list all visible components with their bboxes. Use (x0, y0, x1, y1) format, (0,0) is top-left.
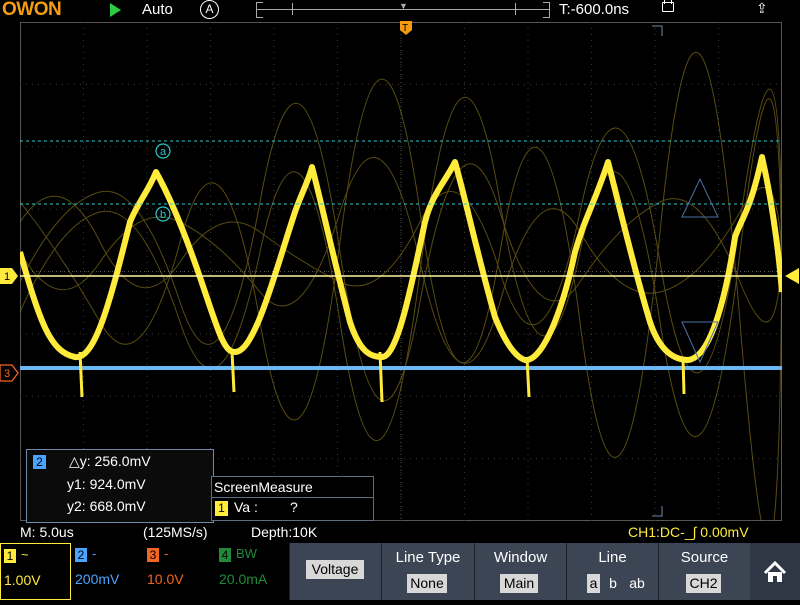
line-ab-option[interactable]: ab (625, 574, 649, 593)
cursor-readout-panel: 2 △y: 256.0mV y1: 924.0mV y2: 668.0mV (26, 449, 214, 523)
svg-text:3: 3 (4, 368, 10, 380)
ch1-offset-marker[interactable]: 1 (0, 267, 20, 285)
brand-logo: OWON (2, 0, 62, 20)
source-value: CH2 (686, 574, 721, 593)
ch3-scale: 10.0V (147, 571, 184, 587)
home-button[interactable] (750, 543, 800, 600)
trigger-info-readout: CH1:DC-_∫ 0.00mV (628, 524, 749, 540)
top-status-bar: OWON Auto A ▼ T:-600.0ns ⇪ (0, 0, 800, 20)
readout-channel-badge: 2 (33, 455, 46, 469)
bottom-menu-bar: 1 ~ 1.00V 2 - 200mV 3 - 10.0V 4 BW 20.0m… (0, 543, 800, 600)
trigger-level-marker[interactable] (783, 267, 800, 285)
delta-y-value: △y: 256.0mV (69, 453, 151, 469)
line-menu-button[interactable]: Line a b ab (566, 543, 658, 600)
svg-text:b: b (160, 209, 166, 221)
window-menu-button[interactable]: Window Main (474, 543, 566, 600)
trigger-position-marker-icon: ▼ (399, 1, 408, 11)
timebase-readout[interactable]: M: 5.0us (20, 524, 74, 540)
screen-measure-panel: ScreenMeasure 1 Va : ? (211, 476, 374, 521)
line-type-menu-button[interactable]: Line Type None (381, 543, 474, 600)
trigger-position-readout: T:-600.0ns (559, 1, 630, 18)
ch2-settings[interactable]: 2 - 200mV (72, 543, 143, 600)
ch2-scale: 200mV (75, 571, 120, 587)
ch2-coupling: - (92, 546, 97, 561)
trigger-mode-label[interactable]: Auto (142, 1, 173, 18)
sample-rate-readout: (125MS/s) (143, 524, 208, 540)
ch1-settings[interactable]: 1 ~ 1.00V (0, 543, 71, 600)
y2-value: y2: 668.0mV (67, 498, 146, 514)
ch3-coupling: - (164, 546, 169, 561)
lock-icon (662, 0, 674, 12)
ch1-scale: 1.00V (4, 572, 41, 588)
svg-text:T: T (402, 23, 408, 34)
y1-value: y1: 924.0mV (67, 476, 146, 492)
ch4-settings[interactable]: 4 BW 20.0mA (216, 543, 287, 600)
trigger-time-marker[interactable]: T (399, 20, 413, 36)
usb-icon: ⇪ (756, 0, 768, 16)
ch1-coupling: ~ (21, 547, 29, 562)
line-b-option[interactable]: b (607, 574, 619, 593)
waveform-display[interactable]: a b (20, 22, 782, 521)
svg-text:a: a (160, 146, 167, 158)
acquire-mode-icon[interactable]: A (200, 0, 219, 19)
memory-position-bar[interactable]: ▼ (256, 1, 550, 18)
ch4-coupling: BW (236, 546, 257, 561)
memory-depth-readout: Depth:10K (251, 524, 318, 540)
line-type-value: None (407, 574, 447, 593)
window-value: Main (500, 574, 538, 593)
measure-value: ? (290, 499, 298, 515)
line-a-option[interactable]: a (587, 574, 600, 593)
run-state-icon[interactable] (110, 3, 121, 17)
home-icon (763, 560, 787, 582)
ch4-scale: 20.0mA (219, 571, 268, 587)
screen-measure-title: ScreenMeasure (214, 479, 313, 495)
source-menu-button[interactable]: Source CH2 (658, 543, 750, 600)
acquisition-status-bar: M: 5.0us (125MS/s) Depth:10K CH1:DC-_∫ 0… (0, 523, 800, 543)
measure-label: Va : (234, 499, 258, 515)
voltage-menu-button[interactable]: Voltage (289, 543, 381, 600)
ch3-offset-marker[interactable]: 3 (0, 364, 20, 382)
measure-channel-badge: 1 (215, 501, 228, 516)
ch3-settings[interactable]: 3 - 10.0V (144, 543, 215, 600)
svg-text:1: 1 (4, 271, 10, 283)
